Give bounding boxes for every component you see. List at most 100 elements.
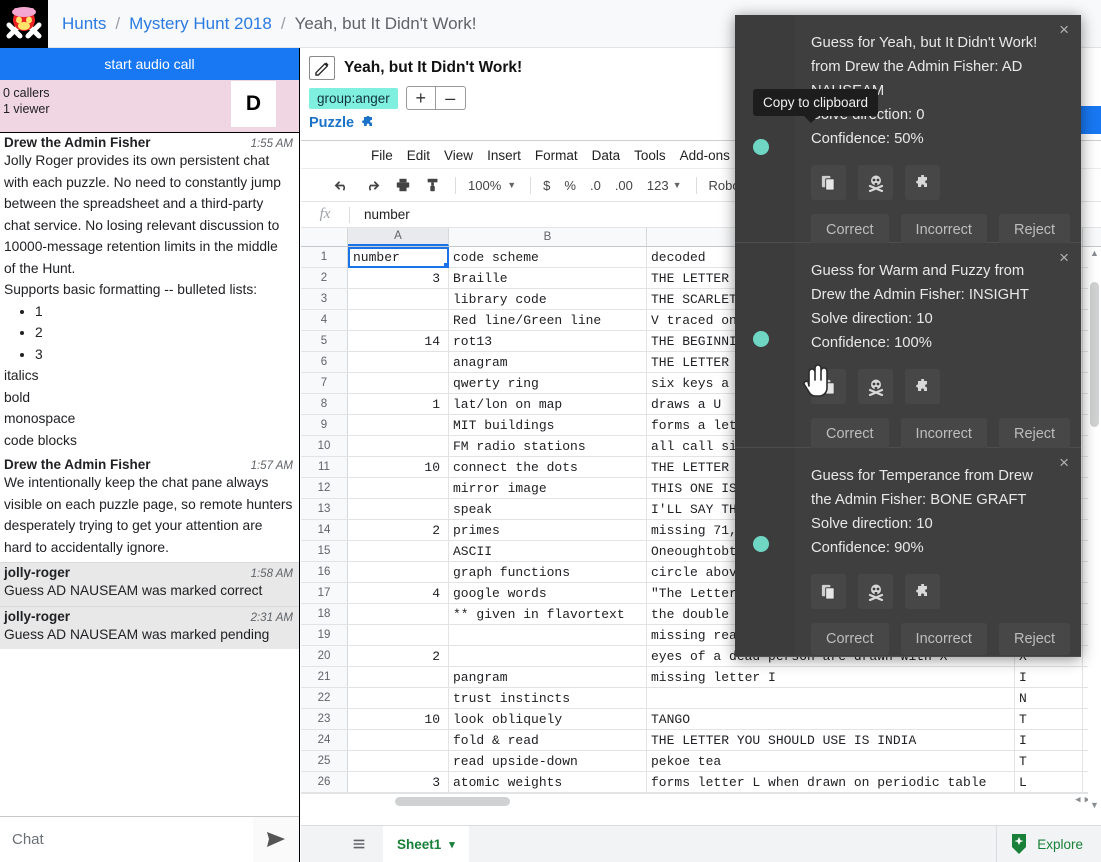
cell-A2[interactable]: 3 (348, 268, 449, 288)
row-header[interactable]: 18 (301, 604, 348, 624)
cell-D22[interactable]: N (1015, 688, 1083, 708)
menu-tools[interactable]: Tools (634, 148, 666, 163)
cell-B2[interactable]: Braille (449, 268, 647, 288)
cell-C25[interactable]: pekoe tea (647, 751, 1015, 771)
select-all-corner[interactable] (301, 228, 348, 246)
skull-crossbones-icon[interactable] (858, 165, 893, 200)
cell-B11[interactable]: connect the dots (449, 457, 647, 477)
cell-A26[interactable]: 3 (348, 772, 449, 792)
skull-crossbones-icon[interactable] (858, 574, 893, 609)
cell-B26[interactable]: atomic weights (449, 772, 647, 792)
row-header[interactable]: 17 (301, 583, 348, 603)
cell-A7[interactable] (348, 373, 449, 393)
cell-A6[interactable] (348, 352, 449, 372)
percent-format-button[interactable]: % (564, 178, 576, 193)
cell-A24[interactable] (348, 730, 449, 750)
cell-A14[interactable]: 2 (348, 520, 449, 540)
row-header[interactable]: 15 (301, 541, 348, 561)
cell-B24[interactable]: fold & read (449, 730, 647, 750)
close-icon[interactable]: × (1059, 248, 1069, 268)
increase-decimal-button[interactable]: .00 (615, 178, 633, 193)
table-row[interactable]: 22 trust instincts N (301, 688, 1101, 709)
puzzle-tag[interactable]: group:anger (309, 87, 398, 109)
menu-addons[interactable]: Add-ons (680, 148, 730, 163)
cell-D23[interactable]: T (1015, 709, 1083, 729)
scroll-up-arrow-icon[interactable]: ▲ (1089, 247, 1100, 258)
table-row[interactable]: 23 10 look obliquely TANGO T (301, 709, 1101, 730)
cell-A20[interactable]: 2 (348, 646, 449, 666)
breadcrumb-hunt[interactable]: Mystery Hunt 2018 (129, 14, 272, 34)
cell-A11[interactable]: 10 (348, 457, 449, 477)
table-row[interactable]: 24 fold & read THE LETTER YOU SHOULD USE I… (301, 730, 1101, 751)
mark-incorrect-button[interactable]: Incorrect (900, 214, 987, 246)
hamburger-list-icon[interactable] (343, 826, 375, 862)
row-header[interactable]: 26 (301, 772, 348, 792)
cell-D21[interactable]: I (1015, 667, 1083, 687)
start-audio-call-button[interactable]: start audio call (0, 48, 299, 80)
cell-B14[interactable]: primes (449, 520, 647, 540)
row-header[interactable]: 16 (301, 562, 348, 582)
cell-B13[interactable]: speak (449, 499, 647, 519)
number-format-select[interactable]: 123 ▼ (647, 178, 682, 193)
row-header[interactable]: 8 (301, 394, 348, 414)
cell-A23[interactable]: 10 (348, 709, 449, 729)
cell-A10[interactable] (348, 436, 449, 456)
cell-D25[interactable]: T (1015, 751, 1083, 771)
cell-A16[interactable] (348, 562, 449, 582)
cell-A4[interactable] (348, 310, 449, 330)
column-header-b[interactable]: B (449, 228, 647, 246)
mark-correct-button[interactable]: Correct (811, 214, 889, 246)
row-header[interactable]: 21 (301, 667, 348, 687)
mark-incorrect-button[interactable]: Incorrect (900, 623, 987, 655)
close-icon[interactable]: × (1059, 20, 1069, 40)
row-header[interactable]: 1 (301, 247, 348, 267)
cell-B15[interactable]: ASCII (449, 541, 647, 561)
scroll-down-arrow-icon[interactable]: ▼ (1089, 799, 1100, 810)
formula-input[interactable]: number (350, 207, 410, 222)
avatar[interactable]: D (231, 81, 276, 127)
mark-incorrect-button[interactable]: Incorrect (900, 418, 987, 450)
cell-B25[interactable]: read upside-down (449, 751, 647, 771)
row-header[interactable]: 4 (301, 310, 348, 330)
cell-B19[interactable] (449, 625, 647, 645)
cell-A3[interactable] (348, 289, 449, 309)
cell-D24[interactable]: I (1015, 730, 1083, 750)
row-header[interactable]: 3 (301, 289, 348, 309)
cell-D26[interactable]: L (1015, 772, 1083, 792)
table-row[interactable]: 21 pangram missing letter II (301, 667, 1101, 688)
table-row[interactable]: 25 read upside-down pekoe tea T (301, 751, 1101, 772)
cell-A21[interactable] (348, 667, 449, 687)
cell-B1[interactable]: code scheme (449, 247, 647, 267)
cell-A12[interactable] (348, 478, 449, 498)
row-header[interactable]: 13 (301, 499, 348, 519)
cell-A18[interactable] (348, 604, 449, 624)
zoom-level-select[interactable]: 100% ▼ (468, 178, 516, 193)
cell-B5[interactable]: rot13 (449, 331, 647, 351)
row-header[interactable]: 23 (301, 709, 348, 729)
cell-A1[interactable]: number (348, 247, 449, 268)
edit-pencil-icon[interactable] (309, 56, 335, 80)
menu-data[interactable]: Data (592, 148, 621, 163)
cell-A9[interactable] (348, 415, 449, 435)
row-header[interactable]: 22 (301, 688, 348, 708)
cell-A19[interactable] (348, 625, 449, 645)
cell-B3[interactable]: library code (449, 289, 647, 309)
cell-B12[interactable]: mirror image (449, 478, 647, 498)
row-header[interactable]: 24 (301, 730, 348, 750)
menu-view[interactable]: View (444, 148, 473, 163)
breadcrumb-hunts[interactable]: Hunts (62, 14, 106, 34)
skull-crossbones-icon[interactable] (858, 369, 893, 404)
horizontal-scroll-thumb[interactable] (395, 796, 510, 806)
cell-A13[interactable] (348, 499, 449, 519)
chat-input[interactable]: Chat (0, 831, 253, 848)
cell-B8[interactable]: lat/lon on map (449, 394, 647, 414)
cell-A22[interactable] (348, 688, 449, 708)
row-header[interactable]: 14 (301, 520, 348, 540)
plus-icon[interactable]: plus-icon (311, 826, 343, 862)
cell-B16[interactable]: graph functions (449, 562, 647, 582)
mark-correct-button[interactable]: Correct (811, 623, 889, 655)
mark-correct-button[interactable]: Correct (811, 418, 889, 450)
scroll-left-arrow-icon[interactable]: ◀ (1075, 795, 1080, 805)
send-paper-plane-icon[interactable] (253, 817, 299, 862)
cell-A5[interactable]: 14 (348, 331, 449, 351)
